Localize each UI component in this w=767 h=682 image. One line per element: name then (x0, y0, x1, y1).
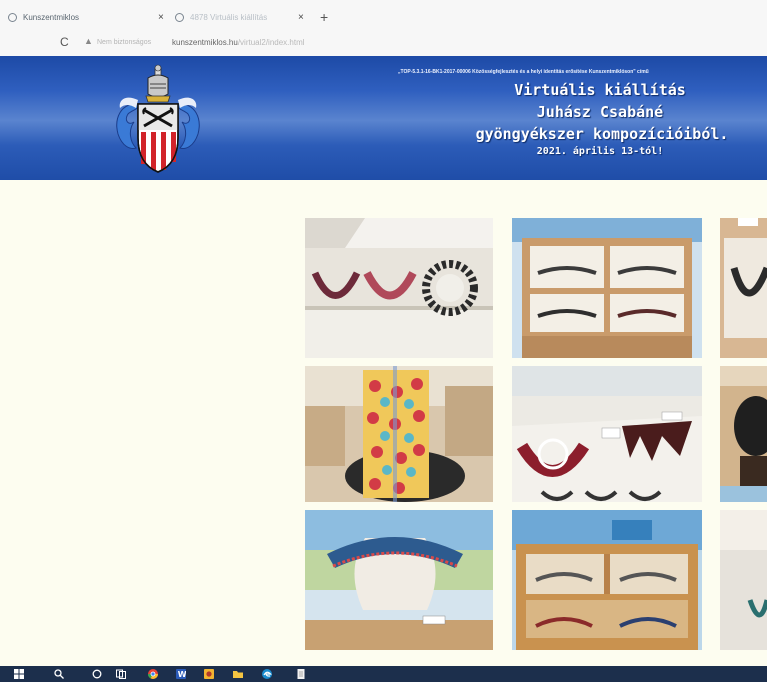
close-tab-icon[interactable]: × (158, 12, 164, 23)
site-banner: „TOP-5.3.1-16-BK1-2017-00006 Közösségfej… (0, 56, 767, 180)
url-field[interactable]: kunszentmiklos.hu/virtual2/index.html (172, 38, 305, 47)
exhibition-date: 2021. április 13-tól! (536, 146, 664, 157)
browser-tab[interactable]: Kunszentmiklos × (8, 8, 168, 26)
close-tab-icon[interactable]: × (298, 12, 304, 23)
coat-of-arms-logo (116, 64, 200, 173)
photo-wooden-showcase[interactable] (512, 510, 702, 650)
chrome-icon[interactable] (148, 669, 158, 679)
address-bar: C ▲ Nem biztonságos kunszentmiklos.hu/vi… (0, 30, 767, 57)
banner-title: Virtuális kiállítás (514, 81, 686, 99)
notepad-icon[interactable] (296, 669, 306, 679)
tab-title: 4878 Virtuális kiállítás (190, 12, 268, 22)
browser-tab-bar: Kunszentmiklos × 4878 Virtuális kiállítá… (0, 0, 767, 30)
word-icon[interactable]: W (176, 669, 186, 679)
warning-icon[interactable]: ▲ (84, 36, 93, 46)
security-label[interactable]: Nem biztonságos (97, 39, 151, 46)
photo-collars-in-showcase[interactable] (512, 366, 702, 502)
search-icon[interactable] (54, 669, 64, 679)
photo-showcase-right[interactable] (720, 510, 767, 650)
new-tab-button[interactable]: + (320, 8, 328, 26)
cortana-icon[interactable] (92, 669, 102, 679)
photo-collar-on-bust-right[interactable] (720, 366, 767, 502)
globe-icon (175, 12, 184, 22)
url-path: /virtual2/index.html (237, 38, 305, 47)
photo-necklaces-on-shelf[interactable] (305, 218, 493, 358)
reload-icon[interactable]: C (60, 35, 69, 49)
exhibition-subtitle: gyöngyékszer kompozícióiból. (475, 125, 729, 143)
windows-start-icon[interactable] (14, 669, 24, 679)
url-domain: kunszentmiklos.hu (172, 38, 238, 47)
file-folder-icon[interactable] (233, 669, 243, 679)
task-view-icon[interactable] (116, 669, 126, 679)
artist-name: Juhász Csabáné (536, 103, 664, 121)
photo-gallery (0, 180, 767, 666)
project-funding-note: „TOP-5.3.1-16-BK1-2017-00006 Közösségfej… (398, 69, 649, 75)
globe-icon (8, 12, 17, 22)
edge-icon[interactable] (262, 669, 272, 679)
explorer-icon[interactable] (204, 669, 214, 679)
browser-tab-active[interactable]: 4878 Virtuális kiállítás × (175, 8, 315, 26)
windows-taskbar: W (0, 666, 767, 682)
photo-collar-on-vase[interactable] (305, 510, 493, 650)
photo-necklace-on-wall[interactable] (720, 218, 767, 358)
photo-beaded-scarf-on-bust[interactable] (305, 366, 493, 502)
tab-title: Kunszentmiklos (23, 12, 80, 22)
svg-text:W: W (178, 670, 186, 679)
photo-open-cabinet-necklaces[interactable] (512, 218, 702, 358)
